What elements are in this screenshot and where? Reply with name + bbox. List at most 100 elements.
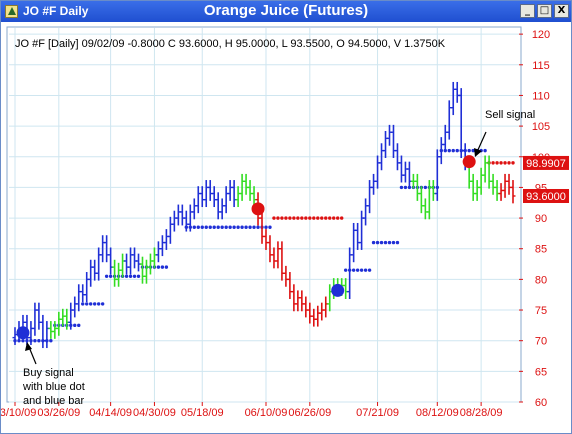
trailing-stop-dot bbox=[196, 225, 200, 229]
x-tick-label: 04/14/09 bbox=[89, 407, 132, 419]
trailing-stop-dot bbox=[21, 338, 25, 343]
buy-annotation-line: and blue bar bbox=[23, 395, 84, 407]
trailing-stop-dot bbox=[85, 302, 89, 306]
trailing-stop-dot bbox=[192, 225, 196, 229]
trailing-stop-dot bbox=[328, 216, 332, 220]
title-bar[interactable]: JO #F Daily Orange Juice (Futures) _ □ X bbox=[1, 1, 571, 22]
price-tags: 98.9907 93.6000 bbox=[523, 155, 569, 203]
trailing-stop-dot bbox=[136, 274, 141, 279]
trailing-stop-dot bbox=[316, 216, 320, 220]
y-tick-label: 115 bbox=[532, 60, 550, 72]
trailing-stop-dot bbox=[96, 302, 101, 306]
trailing-stop-dot bbox=[495, 161, 499, 165]
trailing-stop-dot bbox=[423, 185, 428, 190]
trailing-stop-dot bbox=[371, 240, 376, 245]
trailing-stop-dot bbox=[343, 268, 348, 272]
trailing-stop-dot bbox=[128, 274, 133, 279]
trailing-stop-dot bbox=[81, 302, 85, 306]
trailing-stop-dot bbox=[248, 225, 252, 229]
plot-frame bbox=[6, 26, 522, 403]
trailing-stop-dot bbox=[304, 216, 308, 220]
trailing-stop-dot bbox=[256, 225, 260, 229]
trailing-stop-dot bbox=[108, 274, 113, 279]
y-tick-label: 65 bbox=[535, 366, 547, 378]
trailing-stop-dot bbox=[236, 225, 240, 229]
trailing-stop-dot bbox=[132, 274, 137, 279]
trailing-stop-dot bbox=[499, 161, 503, 165]
trailing-stop-dot bbox=[507, 161, 511, 165]
trailing-stop-dot bbox=[124, 274, 129, 279]
minimize-button[interactable]: _ bbox=[520, 4, 535, 18]
x-tick-label: 08/28/09 bbox=[460, 407, 503, 419]
trailing-stop-dot bbox=[511, 161, 515, 165]
trailing-stop-dot bbox=[395, 240, 400, 245]
maximize-button[interactable]: □ bbox=[537, 4, 552, 18]
y-tick-label: 120 bbox=[532, 29, 550, 41]
y-tick-label: 90 bbox=[535, 213, 547, 225]
trailing-stop-dot bbox=[104, 274, 109, 279]
trailing-stop-dot bbox=[300, 216, 304, 220]
trailing-stop-dot bbox=[491, 161, 495, 165]
trailing-stop-dot bbox=[156, 265, 161, 269]
buy-annotation-line: with blue dot bbox=[22, 381, 85, 393]
trailing-stop-dot bbox=[232, 225, 236, 229]
y-tick-label: 60 bbox=[535, 397, 547, 409]
y-tick-label: 110 bbox=[532, 90, 550, 102]
trailing-stop-dot bbox=[88, 302, 93, 306]
trailing-stop-dot bbox=[77, 323, 81, 328]
trailing-stop-dot bbox=[447, 148, 451, 153]
x-tick-label: 03/10/09 bbox=[1, 407, 36, 419]
trailing-stop-dot bbox=[244, 225, 248, 229]
trailing-stop-dot bbox=[252, 225, 256, 229]
x-tick-label: 06/10/09 bbox=[245, 407, 288, 419]
price-tag-label: 93.6000 bbox=[526, 191, 566, 203]
buy-signal-dot bbox=[331, 283, 345, 297]
trailing-stop-dot bbox=[288, 216, 292, 220]
trailing-stop-dot bbox=[240, 225, 244, 229]
trailing-stop-dot bbox=[355, 268, 360, 272]
trailing-stop-dot bbox=[324, 216, 328, 220]
trailing-stop-dot bbox=[399, 185, 404, 190]
trailing-stop-dot bbox=[33, 338, 37, 343]
trailing-stop-dot bbox=[403, 185, 408, 190]
trailing-stop-dot bbox=[312, 216, 316, 220]
trailing-stop-dot bbox=[363, 268, 368, 272]
y-tick-label: 70 bbox=[535, 336, 547, 348]
trailing-stop-dot bbox=[387, 240, 392, 245]
trailing-stop-dot bbox=[391, 240, 396, 245]
price-chart: 606570758085909510010511011512003/10/090… bbox=[1, 26, 569, 419]
trailing-stop-dot bbox=[37, 338, 41, 343]
trailing-stop-dot bbox=[228, 225, 232, 229]
x-tick-label: 05/18/09 bbox=[181, 407, 224, 419]
trailing-stop-dot bbox=[359, 268, 364, 272]
trailing-stop-dot bbox=[296, 216, 300, 220]
buy-signal-dot bbox=[16, 326, 30, 340]
buy-annotation-line: Buy signal bbox=[23, 367, 74, 379]
trailing-stop-dot bbox=[200, 225, 204, 229]
trailing-stop-dot bbox=[383, 240, 388, 245]
y-tick-label: 80 bbox=[535, 274, 547, 286]
x-tick-label: 08/12/09 bbox=[416, 407, 459, 419]
x-tick-label: 04/30/09 bbox=[133, 407, 176, 419]
sell-signal-dot bbox=[462, 155, 476, 169]
trailing-stop-dot bbox=[100, 302, 105, 306]
trailing-stop-dot bbox=[292, 216, 296, 220]
trailing-stop-dot bbox=[276, 216, 280, 220]
trailing-stop-dot bbox=[268, 225, 272, 229]
y-tick-label: 75 bbox=[535, 305, 547, 317]
trailing-stop-dot bbox=[320, 216, 324, 220]
close-button[interactable]: X bbox=[554, 4, 569, 18]
trailing-stop-dot bbox=[455, 148, 459, 153]
y-tick-label: 85 bbox=[535, 244, 547, 256]
trailing-stop-dot bbox=[339, 216, 344, 220]
sell-annotation-line: Sell signal bbox=[485, 109, 535, 121]
x-tick-label: 03/26/09 bbox=[37, 407, 80, 419]
price-tag-label: 98.9907 bbox=[526, 158, 566, 170]
chart-legend: JO #F [Daily] 09/02/09 -0.8000 C 93.6000… bbox=[15, 38, 446, 50]
trailing-stop-dot bbox=[160, 265, 165, 269]
trailing-stop-dot bbox=[49, 338, 53, 343]
trailing-stop-dot bbox=[220, 225, 224, 229]
chart-window: JO #F Daily Orange Juice (Futures) _ □ X… bbox=[0, 0, 572, 434]
trailing-stop-dot bbox=[467, 148, 471, 153]
trailing-stop-dot bbox=[280, 216, 284, 220]
